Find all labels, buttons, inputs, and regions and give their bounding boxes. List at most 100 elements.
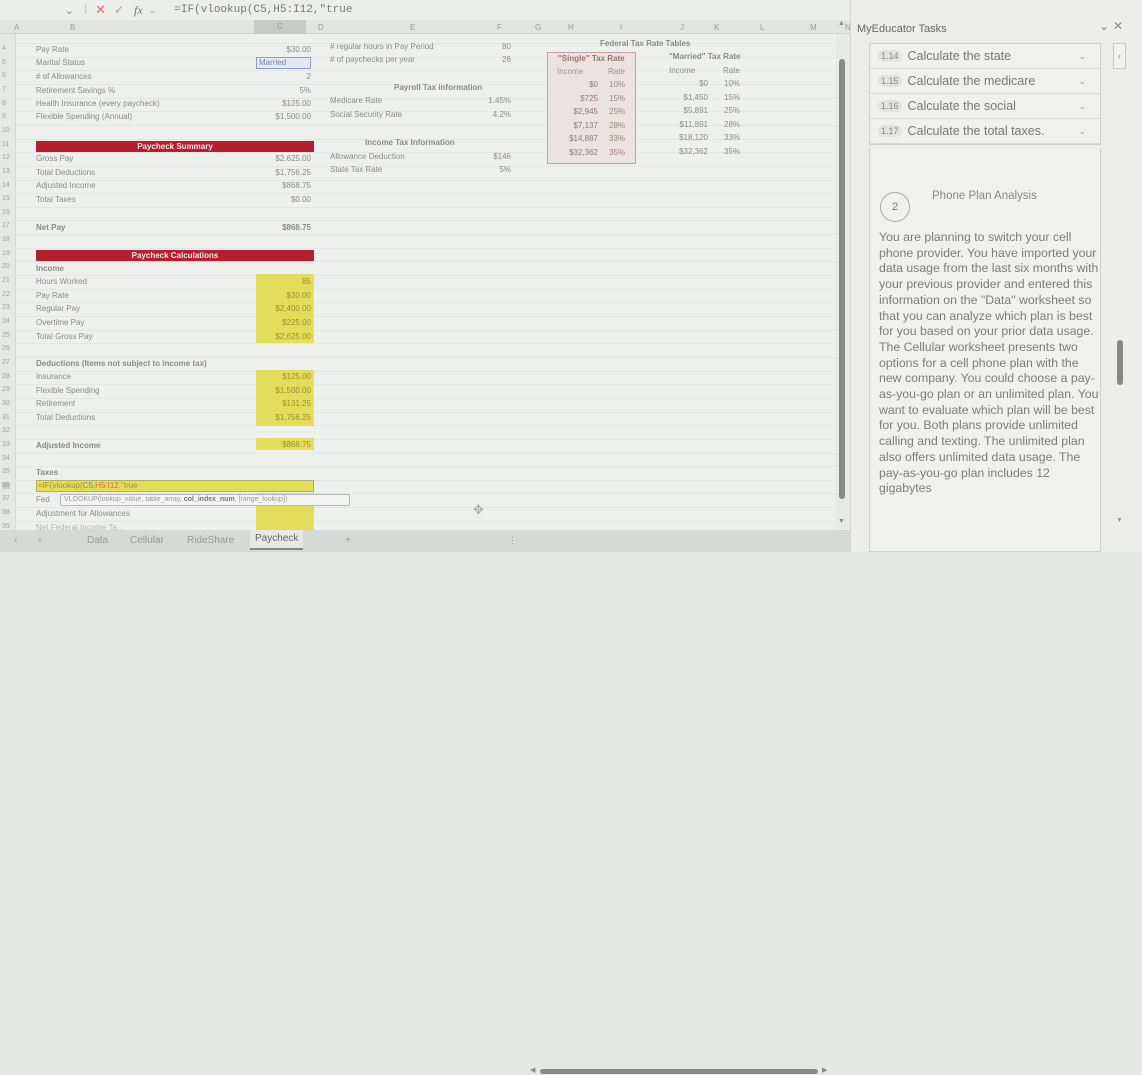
scroll-left-icon[interactable]: ◀ <box>530 1066 535 1074</box>
married-rate-cell[interactable]: 28% <box>724 120 740 129</box>
prev-sheet-icon[interactable]: ‹ <box>14 535 17 546</box>
row-header-18[interactable]: 18 <box>2 236 10 243</box>
married-rate-cell[interactable]: 25% <box>724 106 740 115</box>
task-item[interactable]: 1.14 Calculate the state ⌄ <box>870 44 1100 69</box>
column-header-e[interactable]: E <box>410 23 415 32</box>
tab-paycheck[interactable]: Paycheck <box>250 530 304 550</box>
married-income-cell[interactable]: $5,891 <box>656 106 708 115</box>
single-rate-cell[interactable]: 10% <box>609 80 625 89</box>
single-income-cell[interactable]: $7,137 <box>556 121 598 130</box>
single-income-cell[interactable]: $14,887 <box>556 134 598 143</box>
column-header-m[interactable]: M <box>810 23 817 32</box>
gross-pay-value[interactable]: $2,625.00 <box>256 154 311 163</box>
single-rate-cell[interactable]: 28% <box>609 121 625 130</box>
row-header-24[interactable]: 24 <box>2 318 10 325</box>
close-icon[interactable]: ✕ <box>1113 19 1123 33</box>
worksheet-grid[interactable]: Pay Rate $30.00 Marital Status Married #… <box>16 34 836 530</box>
married-rate-cell[interactable]: 15% <box>724 93 740 102</box>
column-header-c[interactable]: C <box>254 20 306 34</box>
income-row-value[interactable]: $2,400.00 <box>256 304 311 313</box>
row-header-38[interactable]: 38 <box>2 509 10 516</box>
regular-hours-value[interactable]: 80 <box>481 42 511 51</box>
column-header-a[interactable]: A <box>14 23 19 32</box>
deduction-row-value[interactable]: $131.25 <box>256 399 311 408</box>
married-income-cell[interactable]: $32,362 <box>656 147 708 156</box>
married-income-cell[interactable]: $0 <box>656 79 708 88</box>
tab-cellular[interactable]: Cellular <box>130 535 164 546</box>
row-header-10[interactable]: 10 <box>2 127 10 134</box>
income-row-value[interactable]: $225.00 <box>256 318 311 327</box>
name-box-dropdown[interactable]: ⌄ <box>0 4 80 17</box>
next-sheet-icon[interactable]: › <box>38 535 41 546</box>
single-rate-cell[interactable]: 33% <box>609 134 625 143</box>
row-header-7[interactable]: 7 <box>2 86 6 93</box>
row-header-5[interactable]: 5 <box>2 59 6 66</box>
married-rate-cell[interactable]: 35% <box>724 147 740 156</box>
income-row-value[interactable]: $2,625.00 <box>256 332 311 341</box>
married-rate-cell[interactable]: 10% <box>724 79 740 88</box>
vertical-scroll-thumb[interactable] <box>839 59 845 499</box>
row-header-8[interactable]: 8 <box>2 100 6 107</box>
column-header-i[interactable]: I <box>620 23 622 32</box>
pay-rate-value[interactable]: $30.00 <box>256 45 311 54</box>
row-header-39[interactable]: 39 <box>2 523 10 530</box>
scroll-down-icon[interactable]: ▼ <box>838 518 845 525</box>
adjusted-income-value[interactable]: $868.75 <box>256 181 311 190</box>
tab-data[interactable]: Data <box>87 535 108 546</box>
column-header-f[interactable]: F <box>497 23 502 32</box>
row-header-16[interactable]: 16 <box>2 209 10 216</box>
chevron-down-icon[interactable]: ⌄ <box>1078 76 1086 87</box>
deduction-row-value[interactable]: $1,500.00 <box>256 386 311 395</box>
column-header-j[interactable]: J <box>680 23 684 32</box>
income-row-value[interactable]: 85 <box>256 277 311 286</box>
social-security-value[interactable]: 4.2% <box>471 110 511 119</box>
single-income-cell[interactable]: $2,945 <box>556 107 598 116</box>
marital-status-cell-selected[interactable]: Married <box>256 57 311 69</box>
deduction-row-value[interactable]: $125.00 <box>256 372 311 381</box>
row-header-36[interactable]: 36 <box>2 481 10 489</box>
single-income-cell[interactable]: $725 <box>556 94 598 103</box>
row-header-11[interactable]: 11 <box>2 141 9 148</box>
total-taxes-value[interactable]: $0.00 <box>256 195 311 204</box>
panel-scroll-down-icon[interactable]: ▼ <box>1116 517 1123 524</box>
column-header-g[interactable]: G <box>535 23 541 32</box>
paychecks-value[interactable]: 26 <box>481 55 511 64</box>
row-header-30[interactable]: 30 <box>2 400 10 407</box>
row-header-23[interactable]: 23 <box>2 304 10 311</box>
single-income-cell[interactable]: $32,362 <box>556 148 598 157</box>
task-item[interactable]: 1.15 Calculate the medicare ⌄ <box>870 69 1100 94</box>
chevron-down-icon[interactable]: ⌄ <box>149 5 157 16</box>
row-header-26[interactable]: 26 <box>2 345 10 352</box>
row-header-9[interactable]: 9 <box>2 113 6 120</box>
row-header-27[interactable]: 27 <box>2 359 10 366</box>
row-header-21[interactable]: 21 <box>2 277 10 284</box>
single-income-cell[interactable]: $0 <box>556 80 598 89</box>
scroll-up-icon[interactable]: ▲ <box>838 20 845 27</box>
column-header-l[interactable]: L <box>760 23 764 32</box>
vertical-scrollbar[interactable]: ▲ ▼ <box>836 20 850 530</box>
row-header-32[interactable]: 32 <box>2 427 10 434</box>
editing-formula-cell[interactable]: =IF(vlookup(C5,H5:I12,"true <box>36 480 314 492</box>
row-header-4[interactable]: 4 <box>2 45 6 52</box>
adjusted-income-calc-value[interactable]: $868.75 <box>256 440 311 449</box>
horizontal-scrollbar[interactable]: ◀ ▶ <box>530 1067 830 1075</box>
row-header-13[interactable]: 13 <box>2 168 10 175</box>
row-header-14[interactable]: 14 <box>2 182 10 189</box>
column-header-b[interactable]: B <box>70 23 75 32</box>
chevron-down-icon[interactable]: ⌄ <box>1078 126 1086 137</box>
scroll-right-icon[interactable]: ▶ <box>822 1066 827 1074</box>
row-header-28[interactable]: 28 <box>2 373 10 380</box>
column-header-h[interactable]: H <box>568 23 574 32</box>
column-header-d[interactable]: D <box>318 23 324 32</box>
tab-split-handle[interactable]: ⋮ <box>508 535 517 546</box>
insert-function-icon[interactable]: fx <box>134 3 143 18</box>
flex-value[interactable]: $1,500.00 <box>256 112 311 121</box>
row-header-37[interactable]: 37 <box>2 495 10 502</box>
row-header-35[interactable]: 35 <box>2 468 10 475</box>
married-income-cell[interactable]: $18,120 <box>656 133 708 142</box>
income-row-value[interactable]: $30.00 <box>256 291 311 300</box>
cancel-x-icon[interactable]: ✕ <box>95 2 106 18</box>
panel-options-chevron-icon[interactable]: ⌄ <box>1099 19 1109 33</box>
row-header-20[interactable]: 20 <box>2 263 10 270</box>
single-rate-cell[interactable]: 25% <box>609 107 625 116</box>
